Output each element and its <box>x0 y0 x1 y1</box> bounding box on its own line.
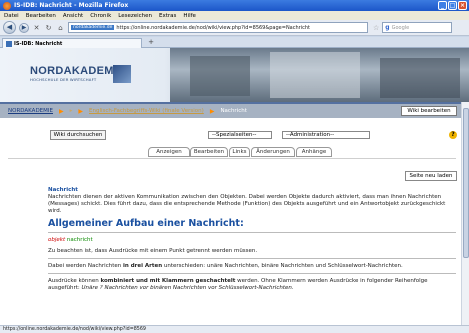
menu-ansicht[interactable]: Ansicht <box>63 13 83 19</box>
logo-name: NORDAKADEMIE <box>30 65 125 77</box>
google-icon: g <box>385 24 390 31</box>
tab-active[interactable]: IS-IDB: Nachricht <box>2 38 142 48</box>
page-viewport: NORDAKADEMIE HOCHSCHULE DER WIRTSCHAFT N… <box>0 48 469 325</box>
site-identity-badge[interactable]: nordakademie.de <box>71 25 115 30</box>
kinds-bold: in drei Arten <box>122 263 163 269</box>
wiki-action-tabs: Anzeigen Bearbeiten Links Änderungen Anh… <box>0 144 469 158</box>
close-button[interactable]: × <box>458 1 467 10</box>
menu-lesezeichen[interactable]: Lesezeichen <box>118 13 152 19</box>
status-bar: https://online.nordakademie.de/nod/wiki/… <box>0 325 469 333</box>
menu-hilfe[interactable]: Hilfe <box>183 13 196 19</box>
article-content: Nachricht Nachrichten dienen der aktiven… <box>48 187 456 292</box>
scrollbar-thumb[interactable] <box>463 108 469 258</box>
search-field[interactable]: g Google <box>382 22 453 33</box>
site-favicon-icon <box>6 40 12 47</box>
home-icon[interactable]: ⌂ <box>56 24 65 32</box>
firefox-icon <box>3 1 11 10</box>
combo-bold: kombiniert und mit Klammern geschachtelt <box>100 278 236 284</box>
tab-bar: IS-IDB: Nachricht + <box>0 37 469 48</box>
divider <box>48 273 456 274</box>
syntax-message: nachricht <box>66 237 93 243</box>
article-note: Zu beachten ist, dass Ausdrücke mit eine… <box>48 248 258 254</box>
combo-pre: Ausdrücke können <box>48 278 99 284</box>
breadcrumb-home[interactable]: NORDAKADEMIE <box>8 108 53 114</box>
special-pages-select[interactable]: --Spezialseiten-- <box>208 131 272 139</box>
breadcrumb-wiki[interactable]: Englisch-Fachbegriffs-Wiki (finale Versi… <box>89 108 204 114</box>
stop-icon[interactable]: ✕ <box>32 24 41 32</box>
heading-rule <box>48 232 456 233</box>
url-bar[interactable]: nordakademie.de https://online.nordakade… <box>68 22 368 33</box>
menu-bar: Datei Bearbeiten Ansicht Chronik Lesezei… <box>0 11 469 20</box>
menu-chronik[interactable]: Chronik <box>90 13 111 19</box>
logo-subtitle: HOCHSCHULE DER WIRTSCHAFT <box>30 77 97 82</box>
wiki-edit-button[interactable]: Wiki bearbeiten <box>401 106 457 116</box>
tab-links[interactable]: Links <box>229 147 250 157</box>
breadcrumb-course[interactable]: ▸ <box>70 108 73 114</box>
window-title: IS-IDB: Nachricht - Mozilla Firefox <box>14 2 129 9</box>
vertical-scrollbar[interactable] <box>461 102 469 325</box>
tab-bearbeiten[interactable]: Bearbeiten <box>190 147 228 157</box>
menu-datei[interactable]: Datei <box>4 13 19 19</box>
breadcrumb-separator-icon: ▶ <box>59 107 64 115</box>
help-icon[interactable]: ? <box>449 131 457 139</box>
forward-button[interactable]: ▶ <box>19 22 29 33</box>
tab-anhaenge[interactable]: Anhänge <box>296 147 332 157</box>
tab-aenderungen[interactable]: Änderungen <box>251 147 295 157</box>
breadcrumb-current: Nachricht <box>220 108 247 114</box>
menu-bearbeiten[interactable]: Bearbeiten <box>26 13 56 19</box>
syntax-object: objekt <box>48 237 66 243</box>
breadcrumb-separator-icon: ▶ <box>209 107 215 115</box>
article-intro: Nachrichten dienen der aktiven Kommunika… <box>48 194 446 214</box>
bookmark-star-icon[interactable]: ☆ <box>373 24 379 32</box>
wiki-search-button[interactable]: Wiki durchsuchen <box>50 130 106 140</box>
syntax-line: objekt nachricht <box>48 237 456 244</box>
tabs-divider <box>8 158 456 159</box>
search-engine-label: Google <box>391 24 410 31</box>
logo-mark-icon <box>113 65 131 83</box>
reload-icon[interactable]: ↻ <box>44 24 53 32</box>
nordakademie-logo: NORDAKADEMIE HOCHSCHULE DER WIRTSCHAFT <box>30 65 131 90</box>
combo-italic: Unäre ? Nachrichten vor binären Nachrich… <box>81 285 294 291</box>
header-photo <box>170 48 469 102</box>
menu-extras[interactable]: Extras <box>159 13 176 19</box>
site-header: NORDAKADEMIE HOCHSCHULE DER WIRTSCHAFT <box>0 48 469 102</box>
tab-anzeigen[interactable]: Anzeigen <box>148 147 190 157</box>
breadcrumb-separator-icon: ▶ <box>78 107 84 115</box>
section-heading: Allgemeiner Aufbau einer Nachricht: <box>48 218 244 229</box>
minimize-button[interactable]: _ <box>438 1 447 10</box>
window-titlebar: IS-IDB: Nachricht - Mozilla Firefox _ □ … <box>0 0 469 11</box>
navigation-toolbar: ◀ ▶ ✕ ↻ ⌂ nordakademie.de https://online… <box>0 20 469 36</box>
kinds-post: unterschieden: unäre Nachrichten, binäre… <box>163 263 403 269</box>
url-text[interactable]: https://online.nordakademie.de/nod/wiki/… <box>116 25 310 31</box>
kinds-pre: Dabei werden Nachrichten <box>48 263 122 269</box>
breadcrumb: NORDAKADEMIE ▶ ▸ ▶ Englisch-Fachbegriffs… <box>0 102 469 118</box>
combination-text: Ausdrücke können kombiniert und mit Klam… <box>48 278 456 292</box>
divider <box>48 258 456 259</box>
administration-select[interactable]: --Administration-- <box>282 131 370 139</box>
message-kinds: Dabei werden Nachrichten in drei Arten u… <box>48 263 456 270</box>
wiki-tools: Wiki durchsuchen --Spezialseiten-- --Adm… <box>0 118 469 142</box>
new-tab-button[interactable]: + <box>146 38 156 47</box>
reload-page-button[interactable]: Seite neu laden <box>405 171 457 181</box>
maximize-button[interactable]: □ <box>448 1 457 10</box>
article-title: Nachricht <box>48 187 78 193</box>
back-button[interactable]: ◀ <box>3 21 16 34</box>
tab-label: IS-IDB: Nachricht <box>14 40 63 47</box>
